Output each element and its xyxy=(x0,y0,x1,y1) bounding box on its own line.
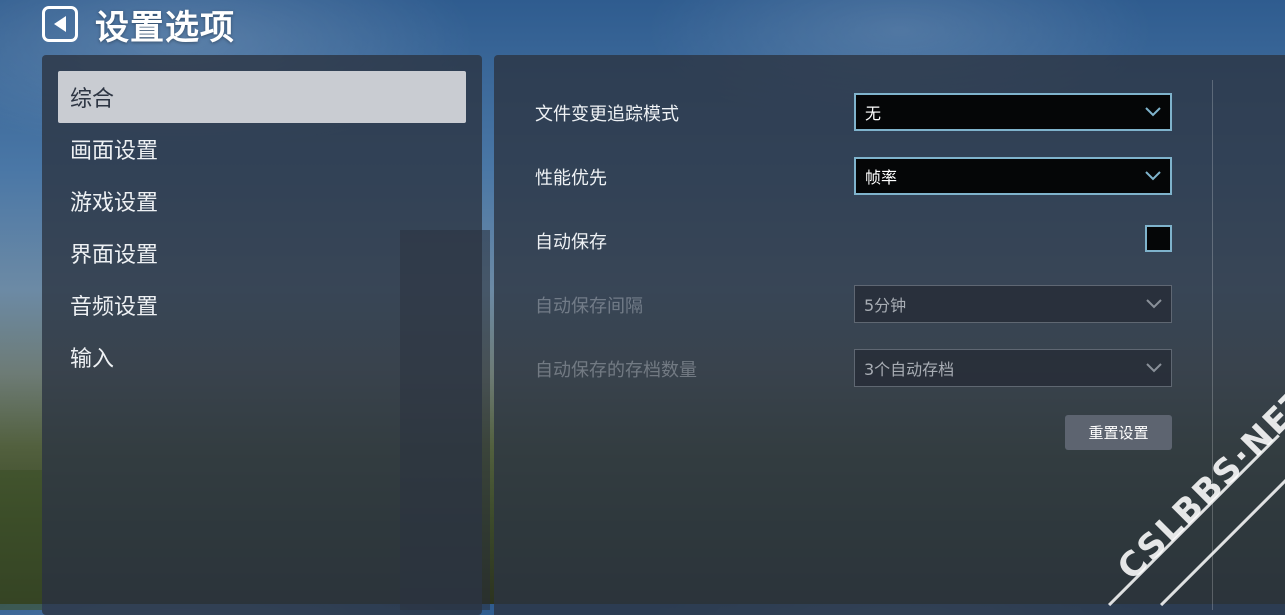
autosave-checkbox[interactable] xyxy=(1145,225,1172,252)
chevron-down-icon xyxy=(1145,171,1161,181)
panel-divider xyxy=(1212,80,1213,610)
performance-value: 帧率 xyxy=(865,168,898,187)
autosave-count-value: 3个自动存档 xyxy=(864,360,955,379)
nav-item-graphics[interactable]: 画面设置 xyxy=(58,123,466,175)
autosave-interval-label: 自动保存间隔 xyxy=(535,296,643,317)
performance-dropdown[interactable]: 帧率 xyxy=(854,157,1172,195)
file-tracking-value: 无 xyxy=(865,104,882,123)
back-button[interactable] xyxy=(42,6,78,42)
performance-label: 性能优先 xyxy=(535,168,607,189)
page-header: 设置选项 xyxy=(42,3,235,48)
nav-item-audio[interactable]: 音频设置 xyxy=(58,279,466,331)
autosave-label: 自动保存 xyxy=(535,232,607,253)
nav-item-gameplay[interactable]: 游戏设置 xyxy=(58,175,466,227)
page-title: 设置选项 xyxy=(95,7,235,48)
chevron-down-icon xyxy=(1146,299,1162,309)
nav-item-general[interactable]: 综合 xyxy=(58,71,466,123)
file-tracking-dropdown[interactable]: 无 xyxy=(854,93,1172,131)
chevron-down-icon xyxy=(1145,107,1161,117)
reset-settings-button[interactable]: 重置设置 xyxy=(1065,415,1172,450)
file-tracking-label: 文件变更追踪模式 xyxy=(535,104,679,125)
nav-item-interface[interactable]: 界面设置 xyxy=(58,227,466,279)
autosave-count-dropdown[interactable]: 3个自动存档 xyxy=(854,349,1172,387)
chevron-down-icon xyxy=(1146,363,1162,373)
background-scenery xyxy=(0,470,42,610)
settings-nav: 综合 画面设置 游戏设置 界面设置 音频设置 输入 xyxy=(42,55,482,615)
autosave-interval-dropdown[interactable]: 5分钟 xyxy=(854,285,1172,323)
autosave-count-label: 自动保存的存档数量 xyxy=(535,360,697,381)
back-arrow-icon xyxy=(54,16,66,32)
nav-item-input[interactable]: 输入 xyxy=(58,331,466,383)
autosave-interval-value: 5分钟 xyxy=(864,296,907,315)
